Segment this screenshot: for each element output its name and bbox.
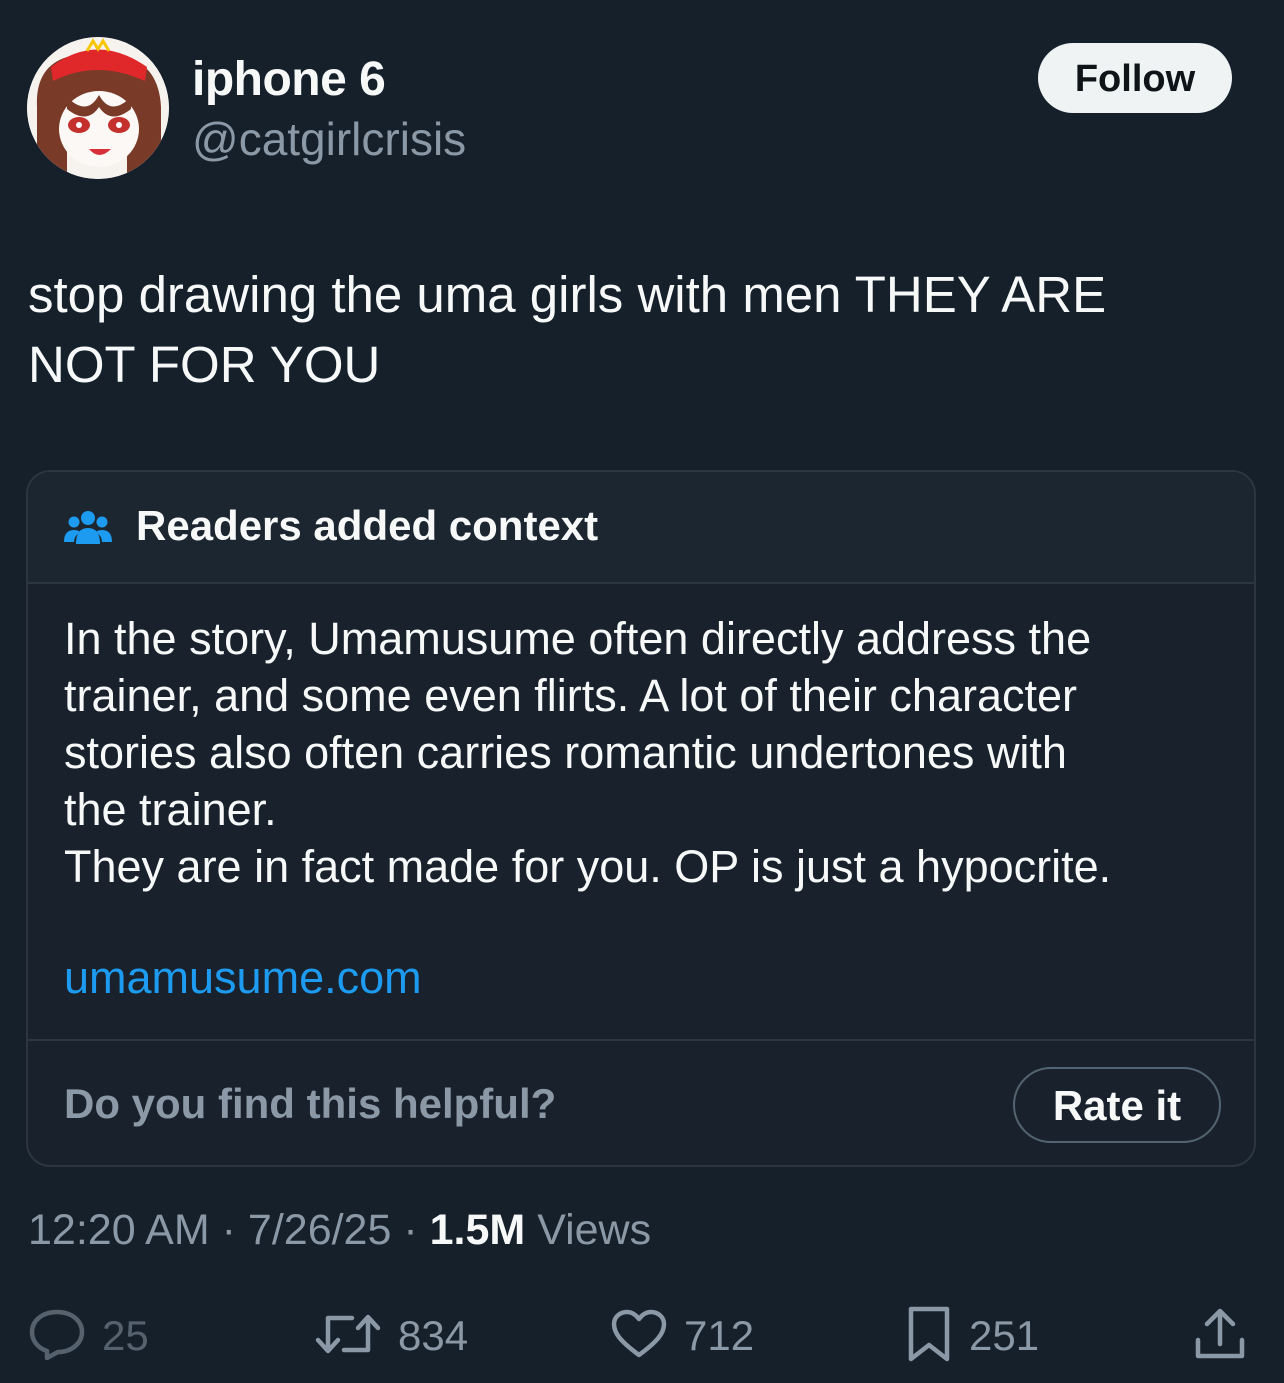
tweet-date[interactable]: 7/26/25 (248, 1206, 391, 1254)
helpful-prompt: Do you find this helpful? (64, 1080, 557, 1127)
separator: · (221, 1206, 236, 1254)
share-icon (1192, 1306, 1248, 1367)
bookmark-count: 251 (969, 1312, 1040, 1359)
repost-count: 834 (398, 1312, 469, 1359)
display-name[interactable]: iphone 6 (192, 52, 386, 107)
tweet-time[interactable]: 12:20 AM (28, 1206, 210, 1254)
like-count: 712 (684, 1312, 755, 1359)
note-body-line: stories also often carries romantic unde… (64, 727, 1067, 778)
user-handle[interactable]: @catgirlcrisis (192, 112, 466, 166)
anime-character-avatar-icon (27, 37, 169, 179)
note-body-line: In the story, Umamusume often directly a… (64, 613, 1092, 664)
rate-it-button[interactable]: Rate it (1013, 1067, 1221, 1143)
views-count: 1.5M (429, 1206, 526, 1254)
people-icon (64, 510, 112, 546)
separator: · (403, 1206, 418, 1254)
note-source-link[interactable]: umamusume.com (64, 952, 422, 1004)
share-button[interactable] (1192, 1306, 1248, 1366)
community-note-header[interactable]: Readers added context (28, 472, 1254, 584)
reply-button[interactable]: 25 (28, 1306, 149, 1366)
bookmark-icon (905, 1305, 953, 1368)
repost-icon (314, 1310, 382, 1363)
community-note-body: In the story, Umamusume often directly a… (64, 610, 1214, 895)
tweet-meta: 12:20 AM · 7/26/25 · 1.5M Views (28, 1206, 651, 1255)
divider (28, 1039, 1254, 1041)
heart-icon (610, 1309, 668, 1364)
tweet-text: stop drawing the uma girls with men THEY… (28, 260, 1248, 400)
follow-button[interactable]: Follow (1038, 43, 1232, 113)
repost-button[interactable]: 834 (314, 1306, 468, 1366)
like-button[interactable]: 712 (610, 1306, 754, 1366)
note-body-line: the trainer. (64, 784, 277, 835)
tweet-text-line: stop drawing the uma girls with men THEY… (28, 266, 1107, 323)
avatar[interactable] (27, 37, 169, 179)
reply-count: 25 (102, 1312, 149, 1359)
note-body-line: They are in fact made for you. OP is jus… (64, 841, 1112, 892)
community-note-title: Readers added context (136, 502, 599, 549)
views-label: Views (537, 1206, 652, 1254)
reply-icon (28, 1308, 86, 1365)
note-body-line: trainer, and some even flirts. A lot of … (64, 670, 1078, 721)
bookmark-button[interactable]: 251 (905, 1306, 1039, 1366)
community-note-card: Readers added context In the story, Umam… (26, 470, 1256, 1167)
tweet-text-line: NOT FOR YOU (28, 336, 381, 393)
